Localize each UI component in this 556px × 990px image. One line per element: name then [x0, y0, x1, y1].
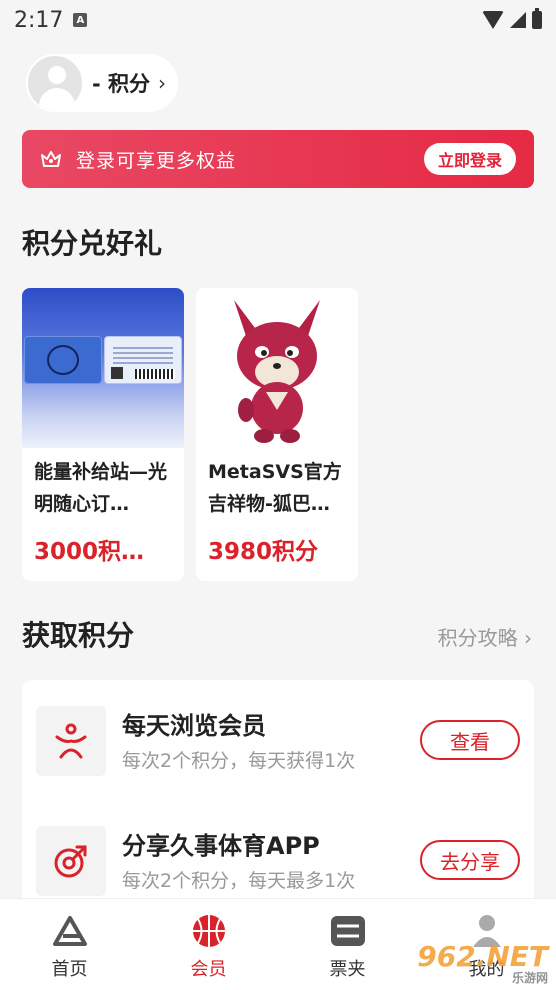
gift-image	[196, 288, 358, 448]
wifi-icon	[482, 11, 504, 29]
ticket-icon	[328, 913, 368, 949]
status-bar: 2:17 A	[0, 0, 556, 40]
gift-price: 3980积分	[208, 539, 319, 565]
view-button[interactable]: 查看	[420, 720, 520, 760]
status-time: 2:17	[14, 7, 64, 33]
chevron-right-icon: ›	[158, 71, 167, 95]
task-title: 分享久事体育APP	[122, 832, 320, 860]
login-button[interactable]: 立即登录	[423, 143, 516, 175]
battery-icon	[532, 8, 542, 29]
points-guide-link[interactable]: 积分攻略 ›	[438, 622, 532, 651]
profile-points-label: - 积分	[92, 72, 151, 96]
gift-name: 能量补给站—光明随心订…	[34, 461, 168, 515]
member-icon	[36, 706, 106, 776]
gift-card[interactable]: 能量补给站—光明随心订… 3000积…	[22, 288, 184, 581]
gift-image	[22, 288, 184, 448]
fox-mascot-icon	[234, 300, 320, 443]
gift-card[interactable]: MetaSVS官方吉祥物-狐巴… 3980积分	[196, 288, 358, 581]
nav-item-member[interactable]: 会员	[139, 899, 278, 990]
login-banner[interactable]: 登录可享更多权益 立即登录	[22, 130, 534, 188]
notification-badge-icon: A	[73, 13, 88, 27]
login-banner-text: 登录可享更多权益	[76, 149, 237, 172]
profile-header[interactable]: - 积分 ›	[26, 54, 179, 112]
task-desc: 每次2个积分，每天获得1次	[122, 750, 356, 772]
avatar[interactable]	[26, 54, 84, 112]
share-icon	[36, 826, 106, 896]
gift-price: 3000积…	[34, 539, 145, 565]
crown-icon	[40, 150, 62, 168]
task-desc: 每次2个积分，每天最多1次	[122, 870, 356, 892]
task-row: 每天浏览会员 每次2个积分，每天获得1次 查看	[22, 706, 534, 796]
earn-section-title: 获取积分	[22, 619, 135, 652]
nav-item-tickets[interactable]: 票夹	[278, 899, 417, 990]
share-button[interactable]: 去分享	[420, 840, 520, 880]
gift-name: MetaSVS官方吉祥物-狐巴…	[208, 461, 342, 515]
nav-label: 首页	[51, 959, 88, 980]
nav-label: 票夹	[329, 959, 366, 980]
gifts-section-title: 积分兑好礼	[22, 227, 163, 260]
home-logo-icon	[50, 913, 90, 949]
watermark-logo: 962.NET 乐游网	[417, 940, 548, 985]
nav-item-home[interactable]: 首页	[0, 899, 139, 990]
nav-label: 会员	[190, 959, 227, 980]
task-title: 每天浏览会员	[122, 712, 266, 740]
signal-icon	[510, 12, 526, 28]
task-list: 每天浏览会员 每次2个积分，每天获得1次 查看 分享久事体育APP 每次2个积分…	[22, 680, 534, 920]
basketball-icon	[189, 913, 229, 949]
